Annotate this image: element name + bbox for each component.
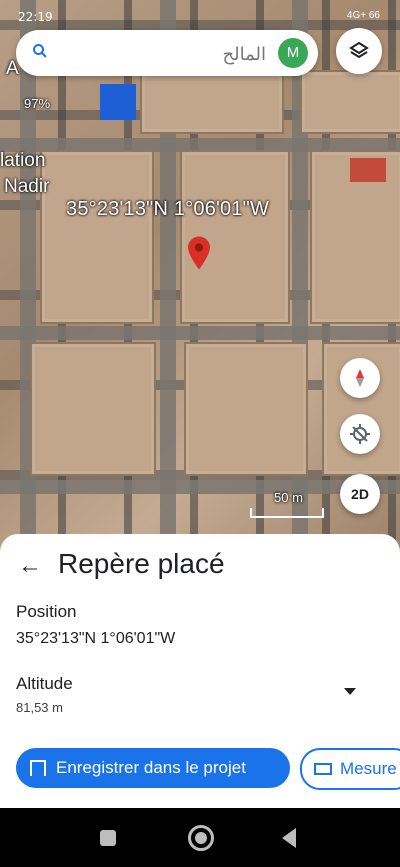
road	[0, 326, 400, 340]
altitude-value: 81,53 m	[16, 700, 63, 715]
save-button-label: Enregistrer dans le projet	[56, 758, 246, 777]
bookmark-icon	[30, 760, 46, 776]
building-block	[40, 150, 154, 324]
mode-2d-button[interactable]: 2D	[340, 474, 380, 514]
place-label-nadir: Nadir	[4, 176, 50, 197]
position-label: Position	[16, 602, 77, 621]
compass-button[interactable]	[340, 358, 380, 398]
building-block	[30, 342, 156, 476]
compass-icon	[356, 369, 364, 387]
place-label-station: lation	[0, 150, 46, 171]
location-pin-icon[interactable]	[188, 236, 210, 270]
status-bar: 22:19 4G+ 66	[0, 0, 400, 34]
search-bar[interactable]: M	[16, 30, 318, 76]
dropdown-icon[interactable]	[344, 688, 356, 695]
save-to-project-button[interactable]: Enregistrer dans le projet	[16, 748, 290, 788]
home-button[interactable]	[188, 825, 214, 851]
scale-bar	[250, 508, 324, 518]
altitude-label: Altitude	[16, 674, 73, 693]
location-icon	[350, 424, 370, 444]
percent-label: 97%	[24, 96, 51, 111]
search-input[interactable]	[64, 40, 268, 68]
recents-button[interactable]	[100, 830, 116, 846]
status-indicators: 4G+ 66	[346, 10, 380, 21]
placemark-sheet: ← Repère placé Position 35°23'13"N 1°06'…	[0, 534, 400, 808]
measure-button[interactable]: Mesure	[300, 748, 400, 790]
back-arrow-icon[interactable]: ←	[18, 552, 42, 580]
road	[20, 0, 36, 560]
layers-icon	[349, 41, 369, 59]
measure-button-label: Mesure	[340, 759, 397, 778]
scale-label: 50 m	[274, 490, 303, 505]
layers-button[interactable]	[336, 28, 382, 74]
system-nav-bar	[0, 808, 400, 867]
red-roof	[350, 158, 386, 182]
coordinates-overlay: 35°23'13"N 1°06'01"W	[66, 198, 270, 220]
ruler-icon	[314, 763, 332, 775]
building-block	[140, 70, 284, 134]
building-block	[184, 342, 308, 476]
avatar[interactable]: M	[278, 38, 308, 68]
building-block	[300, 70, 400, 134]
blue-roof	[100, 84, 136, 120]
status-time: 22:19	[18, 10, 53, 24]
my-location-button[interactable]	[340, 414, 380, 454]
search-icon	[32, 43, 52, 63]
map-view[interactable]: 97% lation Nadir A 35°23'13"N 1°06'01"W …	[0, 0, 400, 560]
position-value: 35°23'13"N 1°06'01"W	[16, 630, 176, 647]
back-button[interactable]	[282, 828, 296, 848]
sheet-title: Repère placé	[58, 548, 225, 579]
